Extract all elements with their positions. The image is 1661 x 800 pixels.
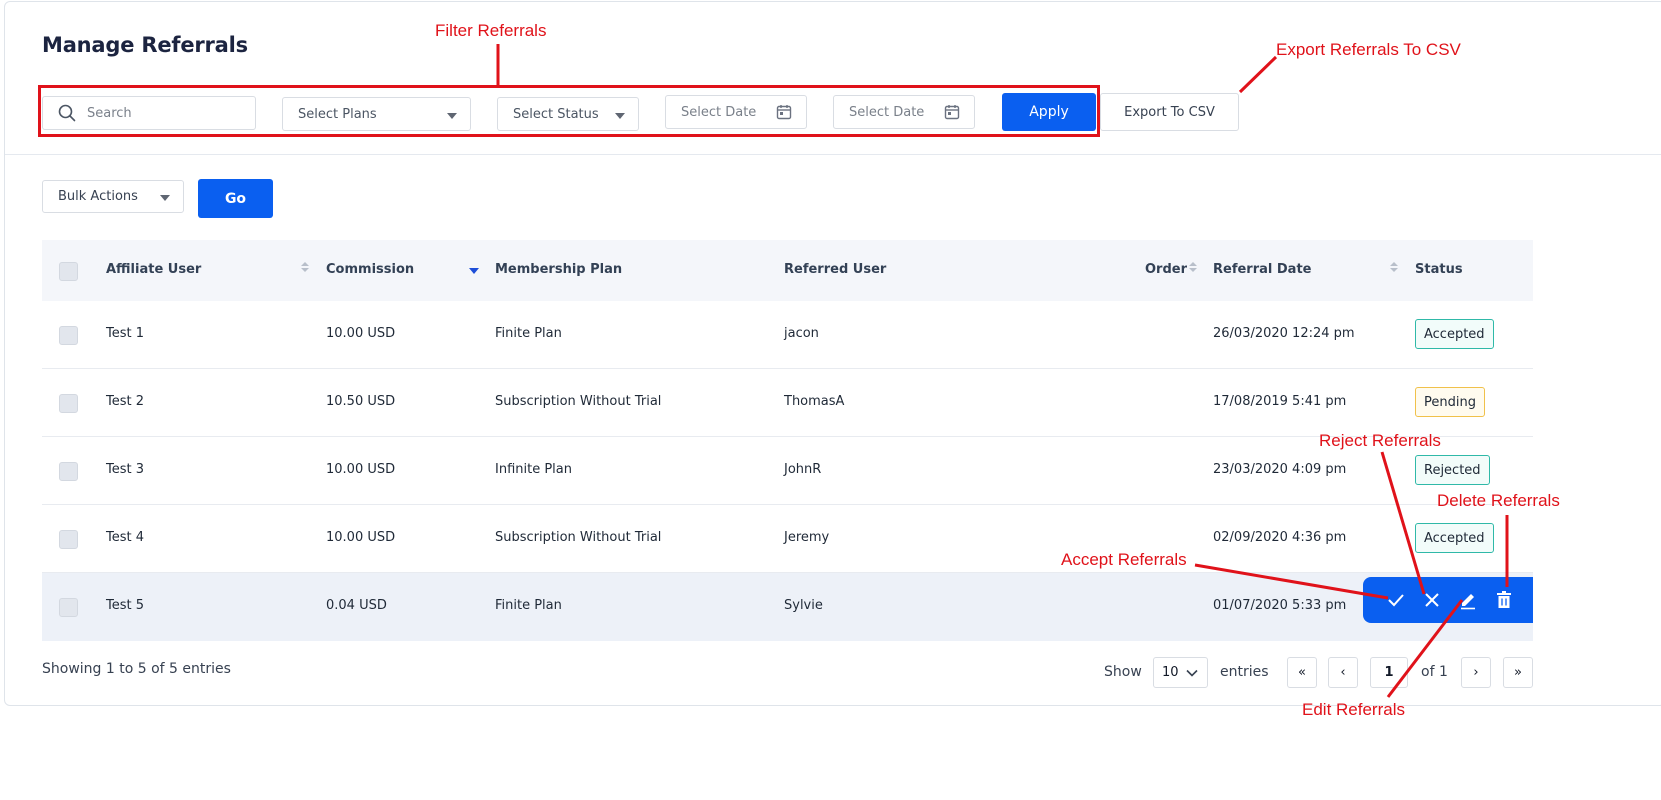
page-size-value: 10	[1162, 665, 1179, 680]
page-total-label: of 1	[1421, 664, 1448, 680]
column-header-order[interactable]: Order	[1145, 262, 1187, 277]
annotation-accept: Accept Referrals	[1061, 550, 1187, 569]
referral-date-cell: 26/03/2020 12:24 pm	[1213, 326, 1355, 341]
check-icon[interactable]	[1386, 590, 1406, 610]
referred-user-cell: Jeremy	[784, 530, 830, 545]
close-icon[interactable]	[1422, 590, 1442, 610]
table-row[interactable]: Test 5 0.04 USD Finite Plan Sylvie 01/07…	[42, 573, 1533, 641]
entries-summary: Showing 1 to 5 of 5 entries	[42, 661, 231, 677]
prev-page-button[interactable]: ‹	[1328, 657, 1358, 688]
status-badge: Pending	[1415, 387, 1485, 417]
export-csv-button[interactable]: Export To CSV	[1100, 93, 1239, 131]
referred-user-cell: jacon	[784, 326, 819, 341]
affiliate-user-cell: Test 3	[106, 462, 145, 477]
sort-desc-icon[interactable]	[469, 268, 479, 274]
column-header-status[interactable]: Status	[1415, 262, 1463, 277]
affiliate-user-cell: Test 4	[106, 530, 145, 545]
status-badge: Accepted	[1415, 523, 1494, 553]
referred-user-cell: Sylvie	[784, 598, 823, 613]
page-title: Manage Referrals	[42, 33, 248, 57]
bulk-actions-select[interactable]: Bulk Actions	[42, 180, 184, 213]
column-header-commission[interactable]: Commission	[326, 262, 414, 277]
table-row[interactable]: Test 4 10.00 USD Subscription Without Tr…	[42, 505, 1533, 573]
sort-icon[interactable]	[1390, 262, 1398, 274]
row-checkbox[interactable]	[59, 598, 78, 617]
commission-cell: 10.00 USD	[326, 326, 396, 341]
annotation-delete: Delete Referrals	[1437, 491, 1560, 510]
row-action-bar	[1363, 577, 1533, 623]
row-checkbox[interactable]	[59, 326, 78, 345]
referral-date-cell: 01/07/2020 5:33 pm	[1213, 598, 1347, 613]
table-row[interactable]: Test 2 10.50 USD Subscription Without Tr…	[42, 369, 1533, 437]
annotation-reject: Reject Referrals	[1319, 431, 1441, 450]
affiliate-user-cell: Test 2	[106, 394, 145, 409]
column-header-membership-plan[interactable]: Membership Plan	[495, 262, 622, 277]
referral-date-cell: 02/09/2020 4:36 pm	[1213, 530, 1347, 545]
bulk-actions-label: Bulk Actions	[58, 189, 138, 204]
membership-plan-cell: Subscription Without Trial	[495, 530, 662, 545]
commission-cell: 10.00 USD	[326, 462, 396, 477]
chevron-down-icon	[1186, 669, 1198, 677]
referred-user-cell: JohnR	[784, 462, 822, 477]
table-row[interactable]: Test 3 10.00 USD Infinite Plan JohnR 23/…	[42, 437, 1533, 505]
column-header-referred-user[interactable]: Referred User	[784, 262, 886, 277]
sort-icon[interactable]	[301, 262, 309, 274]
annotation-export: Export Referrals To CSV	[1276, 40, 1461, 59]
table-header: Affiliate User Commission Membership Pla…	[42, 240, 1533, 301]
current-page-input[interactable]: 1	[1370, 657, 1408, 688]
last-page-button[interactable]: »	[1503, 657, 1533, 688]
referred-user-cell: ThomasA	[784, 394, 845, 409]
first-page-button[interactable]: «	[1287, 657, 1317, 688]
status-badge: Rejected	[1415, 455, 1490, 485]
annotation-filter: Filter Referrals	[435, 21, 547, 40]
edit-icon[interactable]	[1458, 590, 1478, 610]
next-page-button[interactable]: ›	[1461, 657, 1491, 688]
annotation-edit: Edit Referrals	[1302, 700, 1405, 719]
affiliate-user-cell: Test 5	[106, 598, 145, 613]
row-checkbox[interactable]	[59, 462, 78, 481]
commission-cell: 0.04 USD	[326, 598, 387, 613]
membership-plan-cell: Infinite Plan	[495, 462, 572, 477]
referral-date-cell: 17/08/2019 5:41 pm	[1213, 394, 1347, 409]
page-size-select[interactable]: 10	[1153, 657, 1208, 688]
header-divider	[5, 154, 1661, 155]
show-label: Show	[1104, 664, 1142, 680]
trash-icon[interactable]	[1494, 590, 1514, 610]
affiliate-user-cell: Test 1	[106, 326, 145, 341]
chevron-down-icon	[160, 195, 170, 201]
row-checkbox[interactable]	[59, 530, 78, 549]
column-header-affiliate-user[interactable]: Affiliate User	[106, 262, 201, 277]
membership-plan-cell: Subscription Without Trial	[495, 394, 662, 409]
column-header-referral-date[interactable]: Referral Date	[1213, 262, 1311, 277]
commission-cell: 10.00 USD	[326, 530, 396, 545]
membership-plan-cell: Finite Plan	[495, 326, 562, 341]
select-all-checkbox[interactable]	[59, 262, 78, 281]
status-badge: Accepted	[1415, 319, 1494, 349]
entries-label: entries	[1220, 664, 1269, 680]
go-button[interactable]: Go	[198, 179, 273, 218]
commission-cell: 10.50 USD	[326, 394, 396, 409]
filter-highlight-box	[38, 85, 1100, 137]
membership-plan-cell: Finite Plan	[495, 598, 562, 613]
sort-icon[interactable]	[1189, 262, 1197, 274]
table-row[interactable]: Test 1 10.00 USD Finite Plan jacon 26/03…	[42, 301, 1533, 369]
row-checkbox[interactable]	[59, 394, 78, 413]
referral-date-cell: 23/03/2020 4:09 pm	[1213, 462, 1347, 477]
